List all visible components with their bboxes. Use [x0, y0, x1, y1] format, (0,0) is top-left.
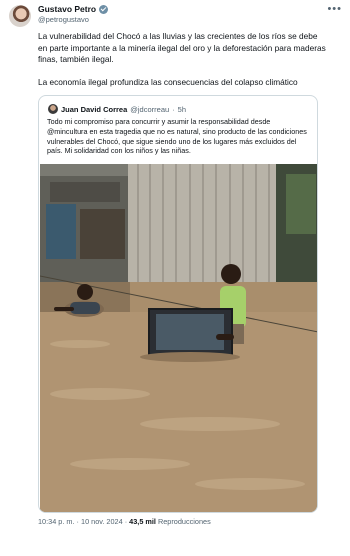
quoted-tweet-header: Juan David Correa @jdcorreau · 5h — [48, 103, 186, 115]
author-handle[interactable]: @petrogustavo — [38, 15, 89, 24]
more-horizontal-icon[interactable]: ••• — [327, 3, 342, 15]
tweet-time[interactable]: 10:34 p. m. — [38, 517, 75, 526]
tweet-footer: 10:34 p. m. · 10 nov. 2024 · 43,5 mil Re… — [38, 517, 211, 526]
footer-separator-2: · — [124, 517, 128, 526]
tweet-header: Gustavo Petro @petrogustavo ••• — [9, 3, 342, 29]
flood-photo[interactable] — [40, 164, 317, 512]
tweet-text: La vulnerabilidad del Chocó a las lluvia… — [38, 31, 328, 101]
footer-separator-1: · — [76, 517, 79, 526]
views-count: 43,5 mil — [129, 517, 156, 526]
quoted-author-avatar[interactable] — [48, 104, 58, 114]
quoted-tweet[interactable]: Juan David Correa @jdcorreau · 5h Todo m… — [38, 95, 318, 513]
verified-badge-icon — [99, 4, 109, 14]
author-avatar[interactable] — [9, 5, 31, 27]
quoted-meta-separator: · — [172, 104, 175, 114]
views-label: Reproducciones — [157, 517, 211, 526]
quoted-author-handle[interactable]: @jdcorreau — [130, 105, 169, 114]
tweet-paragraph-2: La economía ilegal profundiza las consec… — [38, 77, 298, 88]
author-name-row[interactable]: Gustavo Petro — [38, 4, 109, 14]
author-name[interactable]: Gustavo Petro — [38, 4, 96, 14]
tweet-paragraph-1: La vulnerabilidad del Chocó a las lluvia… — [38, 31, 326, 65]
quoted-tweet-text: Todo mi compromiso para concurrir y asum… — [47, 117, 307, 156]
quoted-time[interactable]: 5h — [178, 105, 186, 114]
tweet-date[interactable]: 10 nov. 2024 — [81, 517, 123, 526]
quoted-author-name[interactable]: Juan David Correa — [61, 105, 127, 114]
